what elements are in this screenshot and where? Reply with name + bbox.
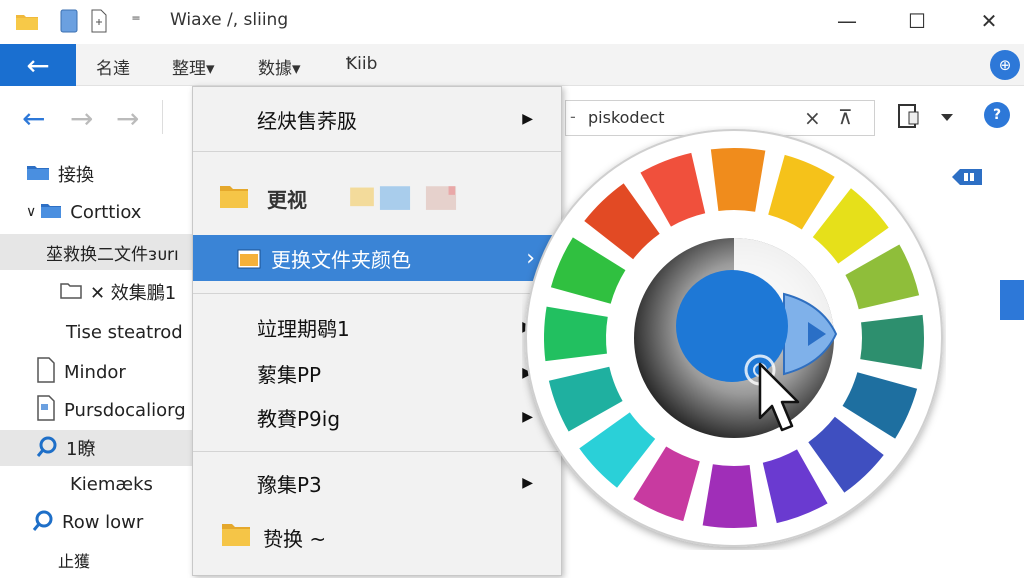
up-arrow-icon[interactable]: → xyxy=(116,102,139,135)
info-icon[interactable]: ? xyxy=(984,102,1010,128)
file-tab-back-button[interactable]: ← xyxy=(0,44,76,86)
forward-arrow-icon[interactable]: → xyxy=(70,102,93,135)
sidebar-item-0[interactable]: 接換 xyxy=(0,156,192,192)
navigation-pane: 接換 ∨ Corttiox 莝救换二文件ᴈᴜrı ✕ 效集鵬1 Tise ste… xyxy=(0,150,192,576)
menu-item-change-folder-color[interactable]: 更换文件夹颜色 › xyxy=(193,235,561,281)
sidebar-item-label: ✕ 效集鵬1 xyxy=(90,283,177,304)
folder-outline-icon xyxy=(60,281,82,304)
sidebar-item-6[interactable]: Pursdocaliorg xyxy=(0,392,192,428)
menu-item-3[interactable]: 竝理期鹖1 ▶ xyxy=(193,305,561,349)
document-icon xyxy=(36,394,56,426)
minimize-button[interactable]: — xyxy=(824,6,870,36)
tab-lib[interactable]: Ꝁiib xyxy=(346,54,377,74)
menu-item-5[interactable]: 教賚P9ig ▶ xyxy=(193,395,561,439)
close-button[interactable]: ✕ xyxy=(966,6,1012,36)
selected-item-edge xyxy=(1000,280,1024,320)
sidebar-item-label: Pursdocaliorg xyxy=(64,399,186,421)
sidebar-item-9[interactable]: Row lowr xyxy=(0,504,192,540)
new-document-icon[interactable] xyxy=(88,8,110,34)
tab-home[interactable]: 名達 xyxy=(96,54,130,79)
menu-item-label: 蕠集PP xyxy=(257,362,322,387)
menu-separator xyxy=(193,293,561,294)
menu-separator xyxy=(193,151,561,152)
sidebar-item-label: Mindor xyxy=(64,361,126,383)
menu-item-1[interactable]: 更视 xyxy=(193,171,561,225)
nav-divider xyxy=(162,100,163,134)
sidebar-item-label: 止獲 xyxy=(58,552,91,571)
sidebar-item-label: Tise steatrod xyxy=(66,321,183,343)
sidebar-item-label: Row lowr xyxy=(62,511,144,533)
tab-organize[interactable]: 整理▾ xyxy=(172,54,215,79)
sidebar-item-label: 接換 xyxy=(58,165,94,186)
folder-color-icon xyxy=(237,249,261,269)
tab-data[interactable]: 数據▾ xyxy=(258,54,301,79)
folder-icon xyxy=(220,186,248,208)
menu-item-label: 更换文件夹颜色 xyxy=(271,247,411,272)
properties-icon[interactable] xyxy=(58,8,80,34)
menu-item-6[interactable]: 豫集P3 ▶ xyxy=(193,461,561,505)
sidebar-item-8[interactable]: Kiemæks xyxy=(0,466,192,502)
sidebar-item-7[interactable]: 1瞭 xyxy=(0,430,192,466)
menu-item-0[interactable]: 经炔售荞䏜 ▶ xyxy=(193,97,561,141)
folder-blue-swatch-icon[interactable] xyxy=(375,183,415,211)
quick-access-icon[interactable]: ⁼ xyxy=(122,8,150,34)
document-icon xyxy=(36,356,56,388)
chevron-down-icon[interactable]: ∨ xyxy=(26,204,36,220)
maximize-button[interactable]: ☐ xyxy=(894,6,940,36)
menu-separator xyxy=(193,451,561,452)
help-icon[interactable]: ⊕ xyxy=(990,50,1020,80)
menu-item-label: 竝理期鹖1 xyxy=(257,316,350,341)
context-menu: 经炔售荞䏜 ▶ 更视 更换文件夹颜色 › 竝理期鹖1 ▶ 蕠集PP ▶ 教賚P9… xyxy=(192,86,562,576)
window-title: Wiaxe /, sliing xyxy=(170,10,289,30)
sidebar-item-4[interactable]: Tise steatrod xyxy=(0,314,192,350)
sidebar-item-2[interactable]: 莝救换二文件ᴈᴜrı xyxy=(0,234,192,270)
folder-icon xyxy=(222,524,250,546)
ribbon: ← 名達 整理▾ 数據▾ Ꝁiib ⊕ xyxy=(0,44,1024,86)
folder-red-swatch-icon[interactable] xyxy=(421,183,461,211)
menu-item-7[interactable]: 贽换 ~ xyxy=(193,515,561,559)
color-wheel-picker[interactable] xyxy=(522,126,946,550)
search-icon xyxy=(36,435,58,462)
folder-icon[interactable] xyxy=(14,8,40,34)
folder-icon xyxy=(26,163,50,186)
submenu-arrow-icon: ▶ xyxy=(522,111,533,127)
title-bar: ⁼ Wiaxe /, sliing — ☐ ✕ xyxy=(0,0,1024,42)
menu-item-label: 经炔售荞䏜 xyxy=(257,108,357,133)
sidebar-item-label: Corttiox xyxy=(70,201,142,223)
folder-icon xyxy=(40,201,62,224)
sidebar-item-label: Kiemæks xyxy=(70,473,153,495)
sidebar-item-label: 1瞭 xyxy=(66,439,96,460)
preview-pane-icon[interactable] xyxy=(950,166,990,190)
search-icon xyxy=(32,509,54,536)
selected-color-swatch xyxy=(676,270,788,382)
sidebar-item-10[interactable]: 止獲 xyxy=(0,542,192,578)
menu-item-4[interactable]: 蕠集PP ▶ xyxy=(193,351,561,395)
address-prefix: - xyxy=(570,107,576,126)
chevron-down-icon[interactable] xyxy=(940,108,954,127)
back-arrow-icon[interactable]: ← xyxy=(22,102,45,135)
menu-item-label: 教賚P9ig xyxy=(257,406,341,431)
folder-yellow-swatch-icon[interactable] xyxy=(349,185,375,207)
menu-item-label: 更视 xyxy=(267,187,307,212)
menu-item-label: 贽换 ~ xyxy=(263,526,327,551)
sidebar-item-1[interactable]: ∨ Corttiox xyxy=(0,194,192,230)
color-wheel[interactable] xyxy=(522,126,946,550)
address-text: piskodect xyxy=(588,108,665,127)
sidebar-item-3[interactable]: ✕ 效集鵬1 xyxy=(0,274,192,310)
sidebar-item-5[interactable]: Mindor xyxy=(0,354,192,390)
menu-item-label: 豫集P3 xyxy=(257,472,322,497)
sidebar-item-label: 莝救换二文件ᴈᴜrı xyxy=(46,244,179,265)
